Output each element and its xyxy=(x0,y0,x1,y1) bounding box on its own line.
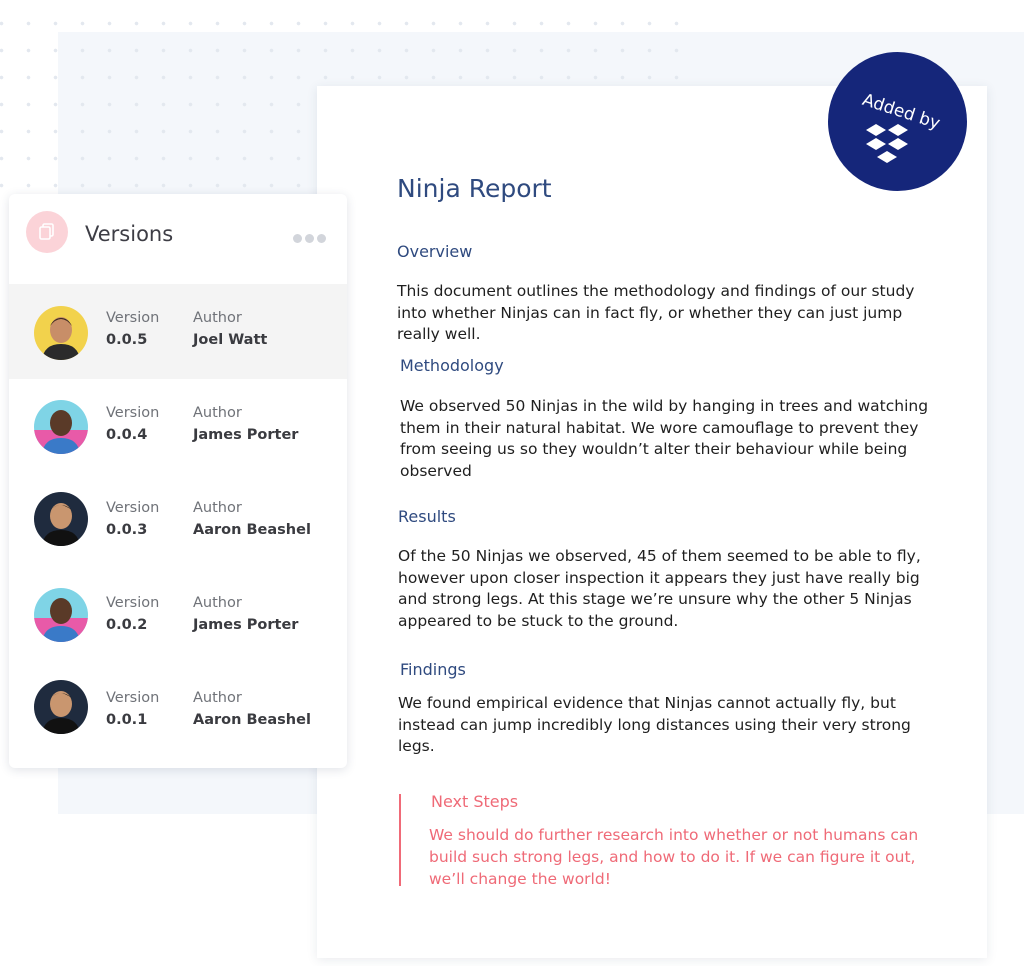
author-name: Aaron Beashel xyxy=(193,522,311,538)
author-name: Joel Watt xyxy=(193,332,268,348)
section-body-overview: This document outlines the methodology a… xyxy=(397,282,915,343)
copy-icon xyxy=(39,223,54,240)
versions-icon-circle xyxy=(26,211,68,253)
version-label: Version xyxy=(106,595,160,611)
version-label: Version xyxy=(106,310,160,326)
versions-header: Versions xyxy=(9,194,347,284)
section-heading-results: Results xyxy=(398,507,456,526)
section-body-methodology: We observed 50 Ninjas in the wild by han… xyxy=(400,397,929,480)
callout-heading: Next Steps xyxy=(431,792,519,811)
author-label: Author xyxy=(193,500,242,516)
version-row[interactable]: Version 0.0.3 Author Aaron Beashel xyxy=(9,474,347,569)
document-page: Ninja Report Overview This document outl… xyxy=(317,86,987,958)
version-label: Version xyxy=(106,690,160,706)
author-name: Aaron Beashel xyxy=(193,712,311,728)
callout-body: We should do further research into wheth… xyxy=(429,826,919,888)
version-row[interactable]: Version 0.0.5 Author Joel Watt xyxy=(9,284,347,379)
section-heading-overview: Overview xyxy=(397,242,473,261)
author-label: Author xyxy=(193,595,242,611)
dropbox-icon xyxy=(866,124,908,163)
version-label: Version xyxy=(106,500,160,516)
author-label: Author xyxy=(193,405,242,421)
versions-panel: Versions Version 0.0.5 Author Joel Watt xyxy=(9,194,347,768)
avatar xyxy=(34,400,88,454)
avatar xyxy=(34,588,88,642)
section-heading-findings: Findings xyxy=(400,660,466,679)
version-number: 0.0.5 xyxy=(106,332,148,348)
avatar xyxy=(34,492,88,546)
version-number: 0.0.2 xyxy=(106,617,148,633)
version-label: Version xyxy=(106,405,160,421)
author-label: Author xyxy=(193,690,242,706)
author-name: James Porter xyxy=(193,617,299,633)
version-row[interactable]: Version 0.0.4 Author James Porter xyxy=(9,379,347,474)
version-number: 0.0.1 xyxy=(106,712,148,728)
next-steps-callout: Next Steps We should do further research… xyxy=(399,792,921,888)
author-label: Author xyxy=(193,310,242,326)
section-body-findings: We found empirical evidence that Ninjas … xyxy=(398,694,911,755)
versions-title: Versions xyxy=(85,222,174,246)
avatar xyxy=(34,306,88,360)
version-row[interactable]: Version 0.0.2 Author James Porter xyxy=(9,569,347,664)
version-row[interactable]: Version 0.0.1 Author Aaron Beashel xyxy=(9,664,347,759)
document-title: Ninja Report xyxy=(397,174,552,203)
more-dots-icon[interactable] xyxy=(293,230,329,248)
added-by-badge: Added by xyxy=(828,52,967,191)
section-body-results: Of the 50 Ninjas we observed, 45 of them… xyxy=(398,547,921,630)
version-number: 0.0.3 xyxy=(106,522,148,538)
avatar xyxy=(34,680,88,734)
section-heading-methodology: Methodology xyxy=(400,356,504,375)
author-name: James Porter xyxy=(193,427,299,443)
version-number: 0.0.4 xyxy=(106,427,148,443)
